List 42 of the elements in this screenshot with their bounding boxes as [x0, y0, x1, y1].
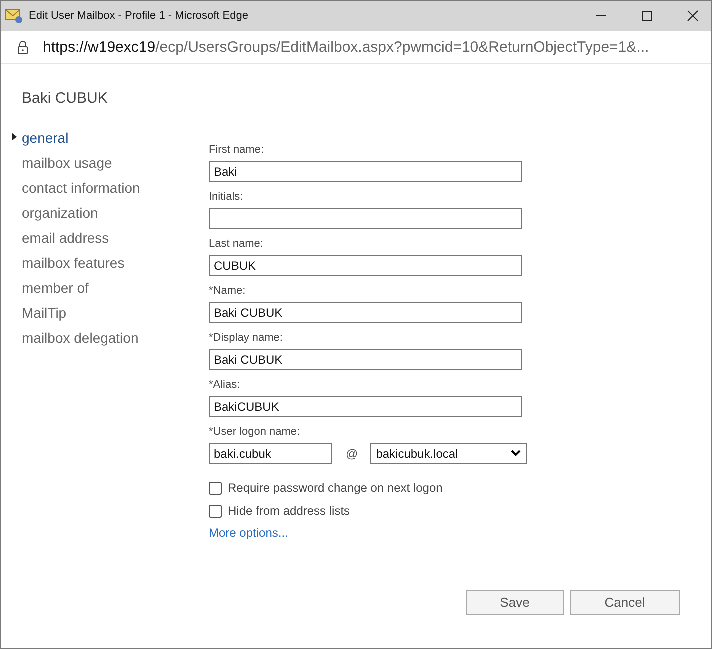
field-label: First name:: [209, 144, 266, 158]
close-icon[interactable]: [687, 10, 699, 22]
field-label: Last name:: [209, 238, 264, 252]
nav-item[interactable]: mailbox usage: [22, 155, 112, 171]
nav-item[interactable]: email address: [22, 230, 110, 246]
nav-item[interactable]: mailbox features: [22, 255, 125, 271]
text-field[interactable]: CUBUK: [209, 255, 522, 276]
field-label: Initials:: [209, 191, 244, 205]
dialog-button[interactable]: Save: [466, 590, 564, 615]
field-label: *User logon name:: [209, 426, 302, 440]
checkbox-label: Require password change on next logon: [228, 481, 443, 495]
maximize-icon[interactable]: [641, 10, 653, 22]
logon-name-field[interactable]: baki.cubuk: [209, 443, 332, 464]
address-bar[interactable]: https://w19exc19/ecp/UsersGroups/EditMailbox.aspx?pwmcid=10&ReturnObjectType=1&...: [1, 31, 711, 64]
checkbox-label: Hide from address lists: [228, 504, 350, 518]
text-field[interactable]: Baki: [209, 161, 522, 182]
at-sign: @: [346, 446, 358, 460]
selected-arrow-icon: [12, 133, 17, 141]
nav-item[interactable]: member of: [22, 280, 89, 296]
domain-dropdown[interactable]: bakicubuk.local: [370, 443, 528, 464]
user-name-heading: Baki CUBUK: [22, 90, 109, 107]
envelope-icon: [5, 8, 23, 24]
text-field[interactable]: [209, 208, 522, 229]
chevron-down-icon: [511, 450, 522, 457]
checkbox[interactable]: [209, 482, 222, 494]
lock-icon: [17, 40, 29, 54]
field-label: *Alias:: [209, 379, 242, 393]
text-field[interactable]: Baki CUBUK: [209, 349, 522, 370]
field-label: *Display name:: [209, 332, 284, 346]
text-field[interactable]: BakiCUBUK: [209, 396, 522, 417]
field-label: *Name:: [209, 285, 247, 299]
dialog-button[interactable]: Cancel: [570, 590, 680, 615]
text-field[interactable]: Baki CUBUK: [209, 302, 522, 323]
url-text: https://w19exc19/ecp/UsersGroups/EditMailbox.aspx?pwmcid=10&ReturnObjectType=1&...: [43, 38, 650, 56]
nav-item[interactable]: contact information: [22, 180, 140, 196]
nav-item[interactable]: MailTip: [22, 305, 67, 321]
more-options-link[interactable]: More options...: [209, 526, 288, 540]
checkbox[interactable]: [209, 504, 222, 518]
nav-item[interactable]: general: [22, 130, 69, 146]
window-title: Edit User Mailbox - Profile 1 - Microsoft Edge: [29, 10, 250, 22]
nav-item[interactable]: organization: [22, 205, 98, 221]
nav-item[interactable]: mailbox delegation: [22, 330, 139, 346]
